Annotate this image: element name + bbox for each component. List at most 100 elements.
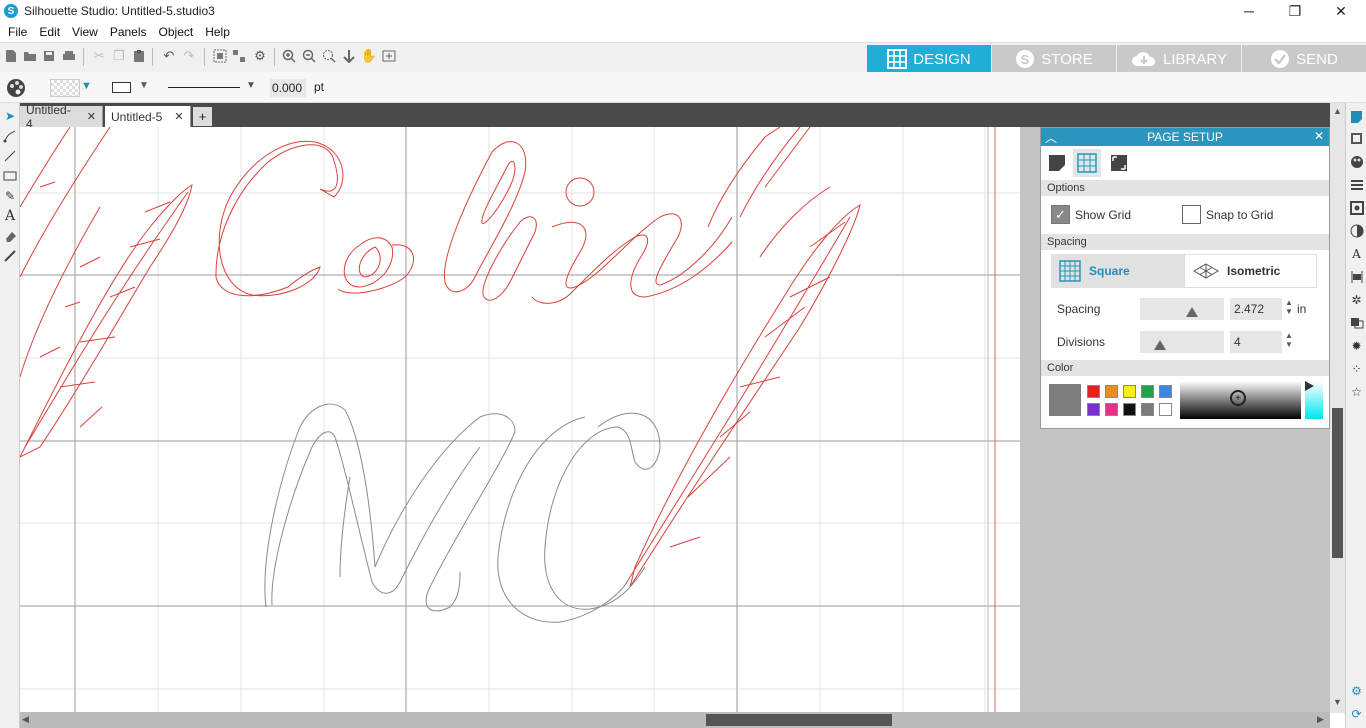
eraser-tool-icon[interactable] (2, 228, 18, 244)
fill-dropdown-arrow-icon[interactable]: ▼ (81, 80, 92, 92)
show-grid-checkbox[interactable]: ✓ (1051, 205, 1070, 224)
design-canvas[interactable] (20, 127, 1020, 712)
color-swatch[interactable] (1141, 385, 1154, 398)
page-view-icon[interactable] (380, 47, 398, 65)
line-width-input[interactable]: 0.000 (270, 79, 306, 97)
text-tool-icon[interactable]: A (2, 208, 18, 224)
select-arrow-icon[interactable]: ➤ (2, 108, 18, 124)
menu-panels[interactable]: Panels (104, 25, 153, 39)
transform-panel-icon[interactable] (1349, 200, 1364, 215)
line-style-panel-icon[interactable] (1349, 177, 1364, 192)
color-swatch[interactable] (1123, 385, 1136, 398)
point-edit-icon[interactable] (2, 128, 18, 144)
divisions-input[interactable]: 4 (1230, 331, 1282, 353)
snap-to-grid-checkbox[interactable] (1182, 205, 1201, 224)
line-weight-dropdown-icon[interactable]: ▼ (246, 80, 256, 91)
scroll-right-icon[interactable]: ▶ (1317, 714, 1324, 725)
undo-icon[interactable]: ↶ (160, 47, 178, 65)
modify-panel-icon[interactable] (1349, 315, 1364, 330)
send-tab[interactable]: SEND (1242, 45, 1366, 73)
line-tool-icon[interactable] (2, 148, 18, 164)
redo-icon[interactable]: ↷ (180, 47, 198, 65)
spacing-slider-knob[interactable] (1186, 307, 1198, 317)
color-gradient-picker[interactable]: + (1180, 381, 1301, 419)
current-grid-color-swatch[interactable] (1049, 384, 1081, 416)
hue-slider[interactable] (1305, 381, 1323, 419)
paste-icon[interactable] (130, 47, 148, 65)
color-swatch[interactable] (1123, 403, 1136, 416)
zoom-out-icon[interactable] (300, 47, 318, 65)
spacing-input[interactable]: 2.472 (1230, 298, 1282, 320)
print-icon[interactable] (60, 47, 78, 65)
menu-file[interactable]: File (2, 25, 33, 39)
fit-to-page-icon[interactable] (340, 47, 358, 65)
line-style-dropdown-icon[interactable]: ▼ (139, 80, 149, 91)
new-file-icon[interactable] (2, 47, 20, 65)
close-tab-icon[interactable]: ✕ (87, 110, 96, 123)
pan-hand-icon[interactable]: ✋ (360, 47, 378, 65)
color-swatch[interactable] (1105, 385, 1118, 398)
zoom-in-icon[interactable] (280, 47, 298, 65)
maximize-button[interactable]: ❐ (1272, 0, 1318, 22)
divisions-slider-knob[interactable] (1154, 340, 1166, 350)
sketch-panel-icon[interactable]: ⁘ (1349, 361, 1364, 376)
divisions-stepper-icon[interactable]: ▲ ▼ (1285, 331, 1293, 349)
close-panel-icon[interactable]: ✕ (1314, 129, 1324, 143)
menu-edit[interactable]: Edit (33, 25, 66, 39)
favorites-star-icon[interactable]: ☆ (1349, 384, 1364, 399)
page-tab-icon[interactable] (1043, 149, 1071, 177)
align-panel-icon[interactable] (1349, 269, 1364, 284)
pencil-tool-icon[interactable]: ✎ (2, 188, 18, 204)
grid-tab-icon[interactable] (1073, 149, 1101, 177)
horizontal-scrollbar[interactable]: ◀ ▶ (20, 712, 1330, 728)
send-settings-gear-icon[interactable]: ⚙ (1349, 683, 1364, 698)
spacing-stepper-icon[interactable]: ▲ ▼ (1285, 298, 1293, 316)
scroll-up-icon[interactable]: ▲ (1333, 106, 1342, 116)
color-picker-crosshair-icon[interactable]: + (1230, 390, 1246, 406)
vertical-scrollbar[interactable]: ▲ ▼ (1330, 103, 1345, 713)
color-swatch[interactable] (1141, 403, 1154, 416)
menu-object[interactable]: Object (153, 25, 200, 39)
scroll-left-icon[interactable]: ◀ (22, 714, 29, 725)
zoom-select-icon[interactable] (320, 47, 338, 65)
menu-help[interactable]: Help (199, 25, 236, 39)
store-tab[interactable]: S STORE (992, 45, 1116, 73)
knife-tool-icon[interactable] (2, 248, 18, 264)
save-icon[interactable] (40, 47, 58, 65)
text-style-panel-icon[interactable]: A (1349, 246, 1364, 261)
cut-icon[interactable]: ✂ (90, 47, 108, 65)
replicate-panel-icon[interactable]: ✲ (1349, 292, 1364, 307)
settings-gear-icon[interactable]: ⚙ (251, 47, 269, 65)
color-swatch[interactable] (1105, 403, 1118, 416)
registration-tab-icon[interactable] (1105, 149, 1133, 177)
spacing-slider[interactable] (1140, 298, 1224, 320)
rectangle-tool-icon[interactable] (2, 168, 18, 184)
ungroup-icon[interactable] (230, 47, 248, 65)
group-icon[interactable] (211, 47, 229, 65)
color-swatch[interactable] (1159, 403, 1172, 416)
isometric-grid-button[interactable]: Isometric (1184, 254, 1317, 288)
library-tab[interactable]: LIBRARY (1117, 45, 1241, 73)
menu-view[interactable]: View (66, 25, 104, 39)
trace-panel-icon[interactable]: ✹ (1349, 338, 1364, 353)
square-grid-button[interactable]: Square (1051, 254, 1184, 288)
fill-pattern-swatch[interactable] (50, 79, 80, 97)
color-swatch[interactable] (1087, 403, 1100, 416)
page-setup-panel-icon[interactable] (1349, 109, 1364, 124)
close-window-button[interactable]: ✕ (1318, 0, 1364, 22)
tab-untitled-5[interactable]: Untitled-5 ✕ (105, 106, 191, 127)
cut-settings-icon[interactable] (1349, 131, 1364, 146)
vertical-scroll-thumb[interactable] (1332, 408, 1343, 558)
line-style-swatch[interactable] (112, 82, 131, 93)
horizontal-scroll-thumb[interactable] (706, 714, 892, 726)
add-tab-button[interactable]: + (193, 107, 212, 126)
minimize-button[interactable]: ─ (1226, 0, 1272, 22)
color-swatch[interactable] (1159, 385, 1172, 398)
hue-slider-knob[interactable] (1305, 381, 1314, 391)
close-tab-icon[interactable]: ✕ (174, 110, 183, 123)
design-tab[interactable]: DESIGN (867, 45, 991, 73)
sync-refresh-icon[interactable]: ⟳ (1349, 706, 1364, 721)
collapse-chevron-icon[interactable]: ︿ (1045, 129, 1057, 146)
copy-icon[interactable]: ❐ (110, 47, 128, 65)
color-swatch[interactable] (1087, 385, 1100, 398)
